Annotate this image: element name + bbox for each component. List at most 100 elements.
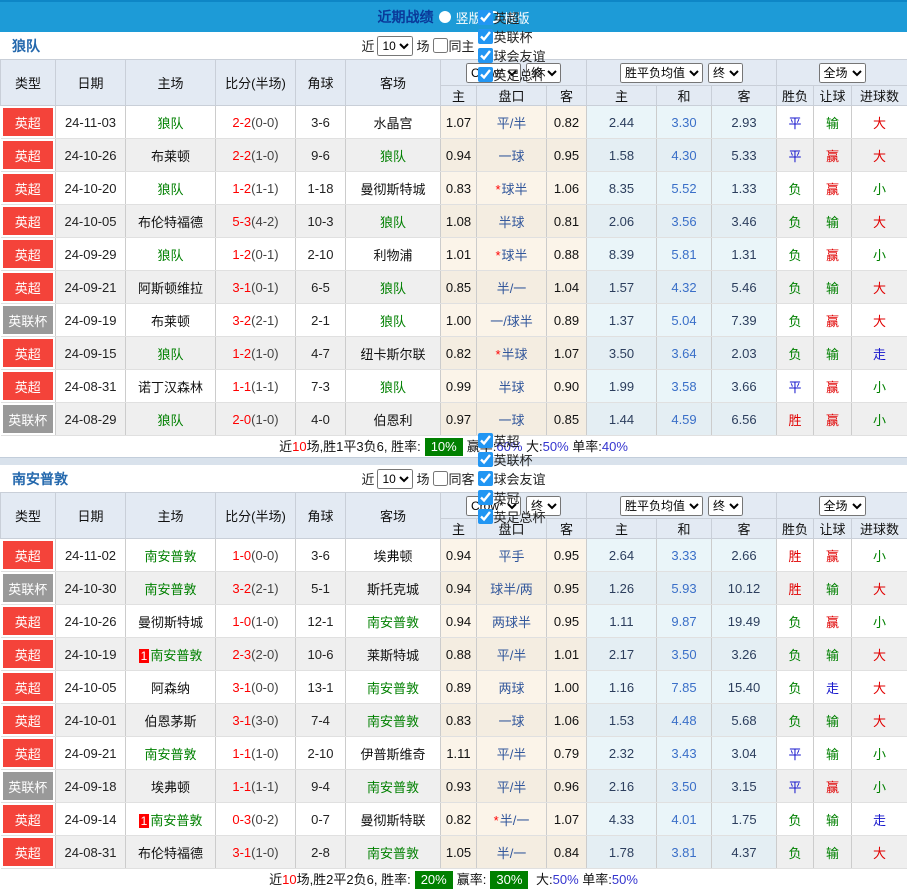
- league-checkbox-label[interactable]: 英足总杯: [478, 507, 546, 526]
- scope-select[interactable]: 全场: [819, 63, 866, 83]
- sub-header-handicap: 盘口: [477, 86, 547, 106]
- summary-text: 近: [269, 872, 282, 887]
- league-checkbox-label[interactable]: 英足总杯: [478, 65, 546, 84]
- avg-away-cell: 2.66: [712, 539, 777, 572]
- avg-draw-cell: 5.04: [657, 304, 712, 337]
- odds-away-cell: 0.95: [547, 605, 587, 638]
- home-team-cell: 南安普敦: [126, 737, 216, 770]
- league-checkbox-label[interactable]: 球会友谊: [478, 469, 546, 488]
- league-checkbox-label[interactable]: 英冠: [478, 488, 546, 507]
- league-checkbox[interactable]: [478, 433, 493, 448]
- avg-odds-select[interactable]: 胜平负均值: [620, 496, 703, 516]
- handicap-text: 两球半: [492, 615, 531, 630]
- avg-final-select[interactable]: 终: [708, 63, 743, 83]
- avg-away-cell: 3.15: [712, 770, 777, 803]
- corners-cell: 1-18: [296, 172, 346, 205]
- same-venue-checkbox[interactable]: [433, 38, 448, 53]
- avg-final-select[interactable]: 终: [708, 496, 743, 516]
- odds-home-cell: 0.88: [441, 638, 477, 671]
- goals-result-cell: 大: [852, 704, 907, 737]
- away-team-cell: 莱斯特城: [346, 638, 441, 671]
- same-venue-checkbox[interactable]: [433, 471, 448, 486]
- league-type-badge: 英超: [3, 141, 54, 169]
- league-checkbox[interactable]: [478, 471, 493, 486]
- half-score: (1-1): [251, 779, 278, 794]
- match-row: 英超24-09-21阿斯顿维拉3-1(0-1)6-5狼队0.85半/一1.041…: [1, 271, 907, 304]
- league-checkbox[interactable]: [478, 48, 493, 63]
- match-row: 英超24-09-21南安普敦1-1(1-0)2-10伊普斯维奇1.11平/半0.…: [1, 737, 907, 770]
- match-row: 英超24-09-15狼队1-2(1-0)4-7纽卡斯尔联0.82*半球1.073…: [1, 337, 907, 370]
- league-checkbox[interactable]: [478, 490, 493, 505]
- league-checkbox[interactable]: [478, 452, 493, 467]
- date-cell: 24-10-26: [56, 139, 126, 172]
- corners-cell: 7-4: [296, 704, 346, 737]
- avg-away-cell: 19.49: [712, 605, 777, 638]
- col-header-corners: 角球: [296, 493, 346, 539]
- avg-group-header: 胜平负均值 终: [587, 60, 777, 86]
- league-checkbox[interactable]: [478, 10, 493, 25]
- home-team-name: 南安普敦: [144, 747, 196, 762]
- league-checkbox-label[interactable]: 英超: [478, 431, 546, 450]
- date-cell: 24-10-01: [56, 704, 126, 737]
- league-checkbox[interactable]: [478, 29, 493, 44]
- league-checkbox-label[interactable]: 英联杯: [478, 450, 546, 469]
- score-cell: 1-2(0-1): [216, 238, 296, 271]
- league-checkbox-label[interactable]: 球会友谊: [478, 46, 546, 65]
- home-team-cell: 南安普敦: [126, 572, 216, 605]
- home-team-cell: 布莱顿: [126, 139, 216, 172]
- league-label: 英联杯: [494, 450, 533, 469]
- sub-header-result: 胜负: [777, 519, 814, 539]
- red-card-badge: 1: [139, 649, 150, 663]
- league-type-cell: 英超: [1, 539, 56, 572]
- league-type-cell: 英超: [1, 337, 56, 370]
- league-type-cell: 英超: [1, 106, 56, 139]
- odds-home-cell: 1.11: [441, 737, 477, 770]
- score-cell: 2-0(1-0): [216, 403, 296, 436]
- league-type-cell: 英超: [1, 638, 56, 671]
- full-score: 2-2: [232, 115, 251, 130]
- full-score: 1-1: [232, 379, 251, 394]
- scope-select[interactable]: 全场: [819, 496, 866, 516]
- match-count-select[interactable]: 10: [377, 36, 413, 56]
- home-team-name: 曼彻斯特城: [138, 615, 203, 630]
- goals-result-cell: 大: [852, 836, 907, 869]
- same-venue-checkbox-label[interactable]: 同客: [433, 469, 475, 488]
- handicap-result-cell: 赢: [814, 605, 852, 638]
- home-team-cell: 狼队: [126, 337, 216, 370]
- home-team-name: 阿斯顿维拉: [138, 281, 203, 296]
- filters: 近 10 场 同客 英超英联杯球会友谊英冠英足总杯: [361, 431, 545, 526]
- date-cell: 24-10-19: [56, 638, 126, 671]
- handicap-star: *: [495, 347, 500, 362]
- league-checkbox[interactable]: [478, 509, 493, 524]
- league-checkbox-label[interactable]: 英联杯: [478, 27, 546, 46]
- home-team-name: 诺丁汉森林: [138, 380, 203, 395]
- home-team-name: 阿森纳: [151, 681, 190, 696]
- handicap-result-cell: 输: [814, 803, 852, 836]
- date-cell: 24-10-30: [56, 572, 126, 605]
- league-checkbox[interactable]: [478, 67, 493, 82]
- avg-home-cell: 1.16: [587, 671, 657, 704]
- odds-away-cell: 0.81: [547, 205, 587, 238]
- handicap-text: 一球: [498, 413, 524, 428]
- same-venue-checkbox-label[interactable]: 同主: [433, 36, 475, 55]
- avg-away-cell: 1.31: [712, 238, 777, 271]
- avg-odds-select[interactable]: 胜平负均值: [620, 63, 703, 83]
- league-checkbox-label[interactable]: 英超: [478, 8, 546, 27]
- summary-text: 50%: [612, 872, 638, 887]
- sub-header-avg-home: 主: [587, 519, 657, 539]
- odds-home-cell: 0.94: [441, 605, 477, 638]
- league-type-cell: 英超: [1, 671, 56, 704]
- handicap-cell: *球半: [477, 238, 547, 271]
- home-team-name: 狼队: [157, 116, 183, 131]
- result-cell: 平: [777, 139, 814, 172]
- date-cell: 24-09-29: [56, 238, 126, 271]
- summary-rate-badge: 30%: [490, 871, 528, 889]
- summary-rate-badge: 20%: [415, 871, 453, 889]
- date-cell: 24-09-18: [56, 770, 126, 803]
- odds-home-cell: 0.83: [441, 172, 477, 205]
- league-type-cell: 英联杯: [1, 572, 56, 605]
- odds-away-cell: 1.07: [547, 803, 587, 836]
- date-cell: 24-10-05: [56, 671, 126, 704]
- handicap-cell: *球半: [477, 172, 547, 205]
- match-count-select[interactable]: 10: [377, 469, 413, 489]
